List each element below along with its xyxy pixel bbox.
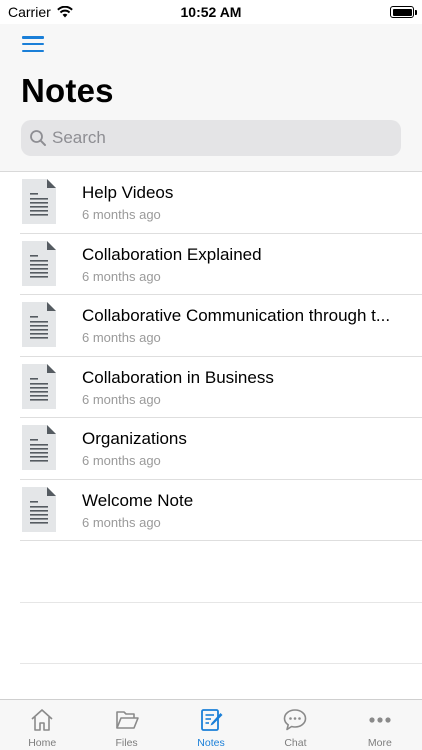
note-row[interactable]: Help Videos 6 months ago: [0, 172, 422, 234]
note-timestamp: 6 months ago: [82, 207, 161, 222]
document-icon: [22, 486, 56, 532]
note-timestamp: 6 months ago: [82, 330, 161, 345]
note-timestamp: 6 months ago: [82, 268, 161, 284]
tab-label: Chat: [284, 737, 307, 749]
empty-row-separator: [0, 603, 422, 665]
note-title: Collaboration in Business: [82, 367, 274, 387]
tab-label: Home: [28, 737, 57, 749]
wifi-icon: [56, 6, 73, 18]
tab-home[interactable]: Home: [0, 700, 84, 750]
empty-row-separator: [0, 541, 422, 603]
note-row[interactable]: Organizations 6 months ago: [0, 418, 422, 480]
page-title: Notes: [21, 72, 114, 109]
tab-more[interactable]: More: [338, 700, 422, 750]
search-bar[interactable]: [21, 120, 401, 156]
tab-label: Files: [115, 737, 138, 749]
notes-list: Help Videos 6 months ago Collaboration E…: [0, 172, 422, 664]
document-icon: [22, 302, 56, 347]
status-left: Carrier: [8, 4, 73, 20]
nav-header: Notes: [0, 24, 422, 172]
hamburger-menu-icon[interactable]: [22, 36, 44, 52]
note-row[interactable]: Welcome Note 6 months ago: [0, 480, 422, 542]
note-timestamp: 6 months ago: [82, 514, 161, 530]
tab-notes[interactable]: Notes: [169, 700, 253, 750]
chat-icon: [284, 709, 307, 731]
note-title: Organizations: [82, 429, 187, 448]
notes-icon: [201, 709, 223, 731]
status-bar: Carrier 10:52 AM: [0, 0, 422, 24]
note-title: Help Videos: [82, 183, 174, 202]
note-title: Welcome Note: [82, 490, 194, 510]
folder-icon: [115, 711, 139, 729]
note-timestamp: 6 months ago: [82, 391, 161, 407]
note-title: Collaboration Explained: [82, 244, 262, 264]
document-icon: [22, 425, 56, 470]
document-icon: [22, 363, 56, 409]
document-icon: [22, 240, 56, 286]
note-row[interactable]: Collaboration in Business 6 months ago: [0, 357, 422, 419]
status-time: 10:52 AM: [180, 4, 242, 20]
note-row[interactable]: Collaboration Explained 6 months ago: [0, 234, 422, 296]
search-input[interactable]: [52, 128, 392, 148]
carrier-label: Carrier: [8, 4, 51, 20]
battery-icon: [390, 6, 417, 18]
note-timestamp: 6 months ago: [82, 453, 161, 468]
document-icon: [22, 179, 56, 224]
search-icon: [30, 130, 46, 146]
tab-chat[interactable]: Chat: [253, 700, 337, 750]
tab-files[interactable]: Files: [84, 700, 168, 750]
note-row[interactable]: Collaborative Communication through t...…: [0, 295, 422, 357]
tab-label: More: [367, 737, 392, 749]
home-icon: [31, 709, 53, 731]
tab-bar: Home Files Notes Chat More: [0, 699, 422, 750]
more-dots-icon: [369, 717, 391, 723]
note-title: Collaborative Communication through t...: [82, 306, 391, 325]
tab-label: Notes: [197, 737, 225, 749]
